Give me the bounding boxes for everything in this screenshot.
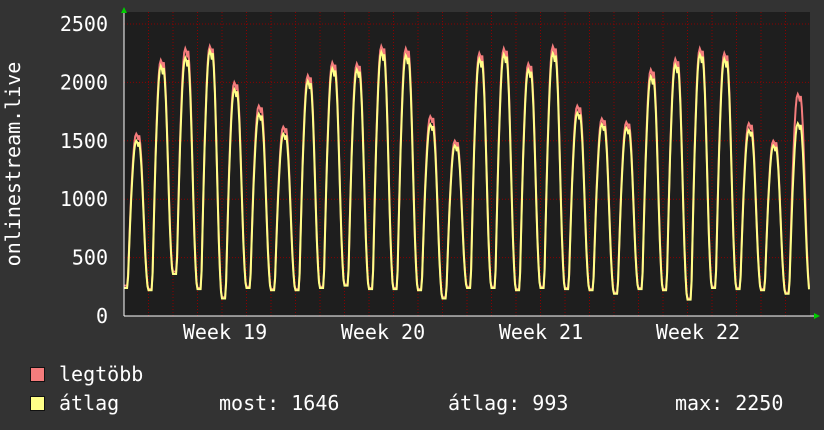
y-tick-label: 500 — [72, 246, 108, 270]
x-tick-label: Week 21 — [499, 320, 583, 344]
y-tick-label: 2000 — [60, 70, 108, 94]
stat-now: most: 1646 — [219, 391, 340, 415]
y-axis-arrow — [121, 7, 127, 13]
legend-item-max: legtöbb — [30, 362, 143, 386]
x-axis-arrow — [814, 313, 820, 319]
y-tick-labels: 0 500 1000 1500 2000 2500 — [60, 12, 108, 328]
legend-swatch-avg — [30, 395, 45, 411]
legend-label-avg: átlag — [59, 391, 120, 415]
legend-swatch-max — [30, 366, 45, 382]
legend-label-max: legtöbb — [59, 362, 144, 386]
y-tick-label: 1500 — [60, 129, 108, 153]
x-tick-label: Week 19 — [183, 320, 267, 344]
y-tick-label: 2500 — [60, 12, 108, 36]
stat-max: max: 2250 — [675, 391, 784, 415]
x-tick-labels: Week 19 Week 20 Week 21 Week 22 — [183, 320, 740, 344]
y-tick-label: 1000 — [60, 187, 108, 211]
traffic-chart: 05001000150020002500 Week 19 Week 20 Week … — [1, 7, 820, 344]
y-tick-label: 0 — [96, 304, 108, 328]
y-axis-label: onlinestream.live — [1, 62, 25, 267]
legend-item-avg: átlag — [30, 391, 119, 415]
x-tick-label: Week 20 — [341, 320, 425, 344]
stat-avg: átlag: 993 — [448, 391, 569, 415]
x-tick-label: Week 22 — [656, 320, 740, 344]
